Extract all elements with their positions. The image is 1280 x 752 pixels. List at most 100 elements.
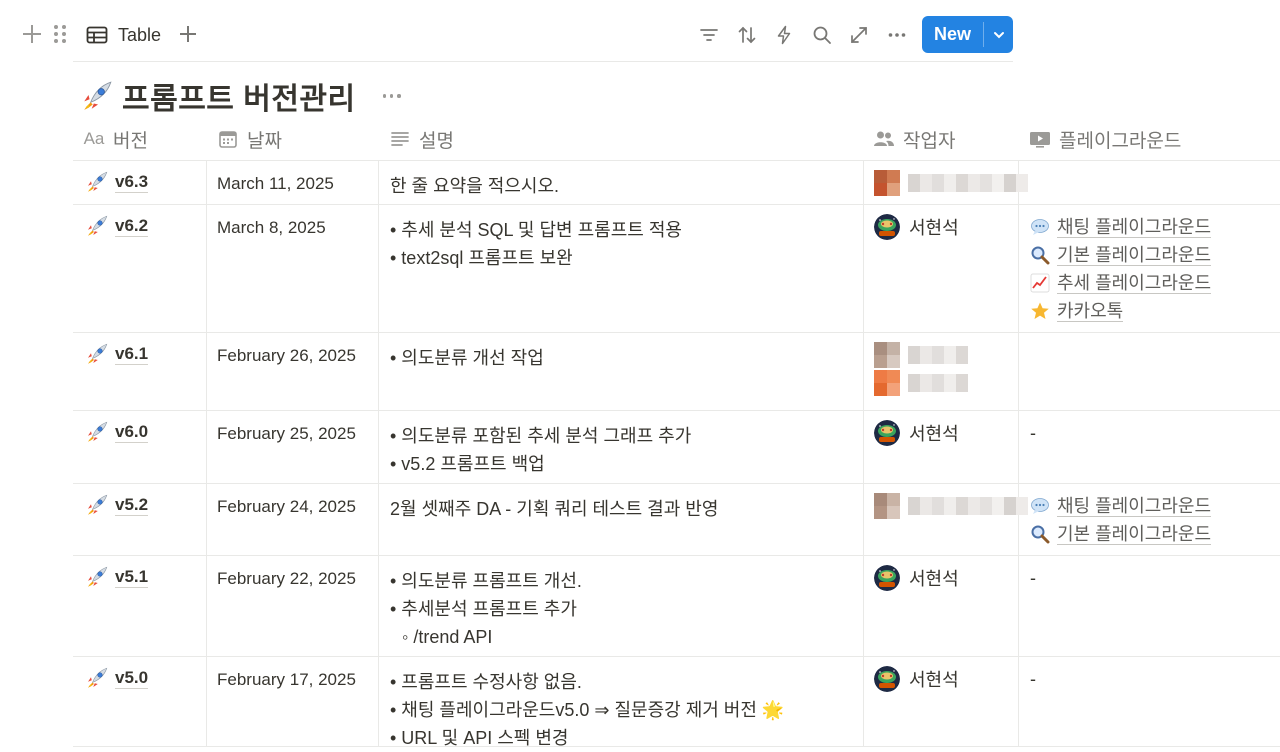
drag-handle-icon[interactable]	[53, 24, 67, 44]
date-cell[interactable]: February 24, 2025	[217, 497, 356, 517]
author-name: 서현석	[909, 670, 959, 690]
author-cell[interactable]: 서현석	[874, 665, 959, 693]
description-line: • 의도분류 개선 작업	[390, 348, 544, 368]
description-line: • URL 및 API 스펙 변경	[390, 728, 569, 748]
magnifier-icon	[1030, 524, 1050, 544]
table-row[interactable]: v6.3 March 11, 2025 한 줄 요약을 적으시오.	[73, 161, 1280, 205]
playground-cell[interactable]: -	[1030, 564, 1036, 592]
avatar	[874, 666, 900, 692]
playground-link[interactable]: 채팅 플레이그라운드	[1030, 492, 1212, 520]
description-line: • 추세 분석 SQL 및 답변 프롬프트 적용	[390, 220, 682, 240]
star-icon	[1030, 301, 1050, 321]
author-person[interactable]: 서현석	[874, 213, 959, 241]
author-cell[interactable]	[874, 341, 968, 397]
playground-cell[interactable]: -	[1030, 419, 1036, 447]
playground-link-label: 추세 플레이그라운드	[1057, 272, 1212, 294]
description-line: • 의도분류 프롬프트 개선.	[390, 571, 582, 591]
version-name[interactable]: v5.2	[115, 495, 149, 516]
version-cell[interactable]: v6.0	[85, 420, 149, 444]
filter-icon[interactable]	[698, 24, 720, 46]
date-cell[interactable]: February 25, 2025	[217, 424, 356, 444]
version-cell[interactable]: v5.2	[85, 493, 149, 517]
column-header-author[interactable]: 작업자	[873, 117, 955, 161]
description-cell[interactable]: • 의도분류 개선 작업	[390, 344, 544, 372]
column-header-description[interactable]: 설명	[389, 117, 454, 161]
description-cell[interactable]: 한 줄 요약을 적으시오.	[390, 172, 559, 200]
author-cell[interactable]	[874, 169, 1028, 197]
search-icon[interactable]	[811, 24, 833, 46]
date-cell[interactable]: February 22, 2025	[217, 569, 356, 589]
playground-cell[interactable]: 채팅 플레이그라운드 기본 플레이그라운드 추세 플레이그라운드 카카오톡	[1030, 213, 1212, 325]
author-person[interactable]: 서현석	[874, 564, 959, 592]
date-cell[interactable]: February 26, 2025	[217, 346, 356, 366]
author-cell[interactable]: 서현석	[874, 419, 959, 447]
sort-icon[interactable]	[736, 24, 758, 46]
description-cell[interactable]: • 의도분류 포함된 추세 분석 그래프 추가 • v5.2 프롬프트 백업	[390, 422, 691, 478]
author-cell[interactable]: 서현석	[874, 564, 959, 592]
playground-cell[interactable]: -	[1030, 665, 1036, 693]
database-table: Aa 버전 날짜 설명 작업자 플레이그라운드 v6.3 March 11, 2…	[73, 117, 1280, 748]
chevron-down-icon[interactable]	[984, 16, 1013, 53]
version-name[interactable]: v6.1	[115, 344, 149, 365]
column-label: 플레이그라운드	[1059, 130, 1182, 152]
table-row[interactable]: v5.0 February 17, 2025 • 프롬프트 수정사항 없음. • 채팅…	[73, 657, 1280, 748]
text-type-icon: Aa	[83, 129, 105, 148]
add-block-icon[interactable]	[22, 24, 42, 44]
description-line: ◦ /trend API	[402, 627, 493, 647]
column-header-version[interactable]: Aa 버전	[83, 117, 148, 161]
version-name[interactable]: v5.1	[115, 567, 149, 588]
table-row[interactable]: v6.2 March 8, 2025 • 추세 분석 SQL 및 답변 프롬프트 적…	[73, 205, 1280, 333]
date-cell[interactable]: February 17, 2025	[217, 670, 356, 690]
description-cell[interactable]: • 의도분류 프롬프트 개선. • 추세분석 프롬프트 추가 ◦ /trend AP…	[390, 567, 582, 651]
author-person[interactable]: 서현석	[874, 665, 959, 693]
author-person[interactable]: 서현석	[874, 419, 959, 447]
author-cell[interactable]: 서현석	[874, 213, 959, 241]
playground-link[interactable]: 추세 플레이그라운드	[1030, 269, 1212, 297]
automation-icon[interactable]	[773, 24, 795, 46]
version-name[interactable]: v6.3	[115, 172, 149, 193]
author-cell[interactable]	[874, 492, 1028, 520]
rocket-icon	[85, 666, 109, 690]
playground-link[interactable]: 카카오톡	[1030, 297, 1211, 325]
date-cell[interactable]: March 11, 2025	[217, 174, 334, 194]
rocket-icon	[85, 214, 109, 238]
more-icon[interactable]	[380, 91, 404, 101]
version-name[interactable]: v6.0	[115, 422, 149, 443]
author-blurred[interactable]	[874, 369, 968, 397]
table-row[interactable]: v5.1 February 22, 2025 • 의도분류 프롬프트 개선. • 추세…	[73, 556, 1280, 657]
expand-icon[interactable]	[848, 24, 870, 46]
author-blurred[interactable]	[874, 492, 1028, 520]
version-cell[interactable]: v5.0	[85, 666, 149, 690]
text-icon	[389, 129, 411, 149]
description-cell[interactable]: • 추세 분석 SQL 및 답변 프롬프트 적용 • text2sql 프롬프트 …	[390, 216, 682, 272]
version-cell[interactable]: v6.1	[85, 342, 149, 366]
avatar	[874, 493, 900, 519]
column-header-playground[interactable]: 플레이그라운드	[1029, 117, 1181, 161]
version-cell[interactable]: v6.2	[85, 214, 149, 238]
add-view-icon[interactable]	[178, 24, 198, 44]
playground-link[interactable]: 채팅 플레이그라운드	[1030, 213, 1212, 241]
chart-up-icon	[1030, 273, 1050, 293]
playground-cell[interactable]: 채팅 플레이그라운드 기본 플레이그라운드	[1030, 492, 1212, 548]
version-name[interactable]: v5.0	[115, 668, 149, 689]
column-header-date[interactable]: 날짜	[217, 117, 282, 161]
author-blurred[interactable]	[874, 341, 968, 369]
playground-link[interactable]: 기본 플레이그라운드	[1030, 241, 1212, 269]
author-blurred[interactable]	[874, 169, 1028, 197]
table-row[interactable]: v5.2 February 24, 2025 2월 셋째주 DA - 기획 쿼리 테…	[73, 484, 1280, 556]
version-cell[interactable]: v5.1	[85, 565, 149, 589]
column-label: 작업자	[903, 130, 956, 152]
table-row[interactable]: v6.0 February 25, 2025 • 의도분류 포함된 추세 분석 그래…	[73, 411, 1280, 484]
date-cell[interactable]: March 8, 2025	[217, 218, 326, 238]
table-row[interactable]: v6.1 February 26, 2025 • 의도분류 개선 작업	[73, 333, 1280, 411]
database-toolbar: Table New	[0, 0, 1280, 62]
description-cell[interactable]: • 프롬프트 수정사항 없음. • 채팅 플레이그라운드v5.0 ⇒ 질문증강 제…	[390, 668, 784, 752]
new-button[interactable]: New	[922, 16, 1013, 53]
more-icon[interactable]	[886, 24, 908, 46]
author-name-blurred	[908, 374, 968, 392]
version-name[interactable]: v6.2	[115, 216, 149, 237]
playground-link[interactable]: 기본 플레이그라운드	[1030, 520, 1212, 548]
version-cell[interactable]: v6.3	[85, 170, 149, 194]
view-tab-table[interactable]: Table	[86, 20, 161, 50]
description-cell[interactable]: 2월 셋째주 DA - 기획 쿼리 테스트 결과 반영	[390, 495, 718, 523]
